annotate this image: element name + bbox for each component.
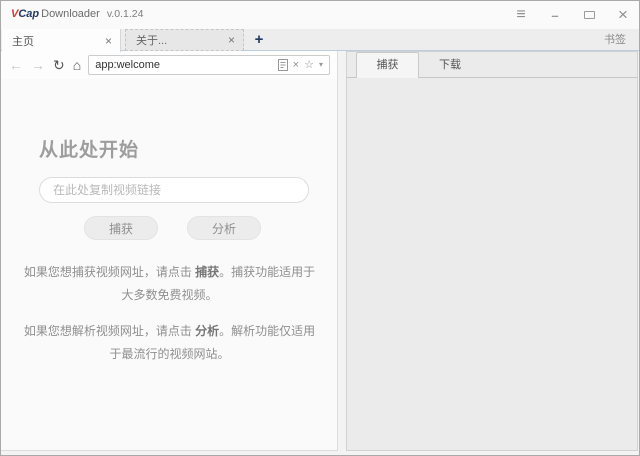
video-link-input[interactable] [39, 177, 309, 203]
welcome-page: 从此处开始 捕获 分析 如果您想捕获视频网址，请点击 捕获。捕获功能适用于大多数… [1, 79, 338, 451]
app-version: v.0.1.24 [107, 8, 144, 20]
app-window: VCapDownloaderv.0.1.24 ≡ – × 主页 × 关于... … [0, 0, 640, 456]
back-icon[interactable]: ← [9, 58, 23, 72]
minimize-icon[interactable]: – [544, 1, 566, 29]
refresh-icon[interactable]: ↻ [53, 58, 65, 72]
new-tab-button[interactable]: + [251, 29, 267, 51]
title-bar: VCapDownloaderv.0.1.24 ≡ – × [1, 1, 639, 29]
app-name: Downloader [41, 8, 100, 20]
stop-icon[interactable]: × [293, 60, 299, 71]
url-input[interactable] [95, 59, 272, 71]
page-title: 从此处开始 [39, 135, 139, 162]
analyze-button[interactable]: 分析 [187, 216, 261, 240]
capture-button[interactable]: 捕获 [84, 216, 158, 240]
tab-about[interactable]: 关于... × [125, 29, 244, 51]
help-paragraph-capture: 如果您想捕获视频网址，请点击 捕获。捕获功能适用于大多数免费视频。 [18, 261, 321, 307]
menu-icon[interactable]: ≡ [510, 1, 532, 29]
window-controls: ≡ – × [498, 1, 634, 29]
bookmark-star-icon[interactable]: ☆ [304, 60, 314, 71]
tab-about-label: 关于... [136, 32, 228, 48]
forward-icon[interactable]: → [31, 58, 45, 72]
bookmarks-button[interactable]: 书签 [604, 29, 626, 51]
tab-about-close-icon[interactable]: × [228, 33, 235, 47]
maximize-icon[interactable] [578, 1, 600, 29]
tab-home-close-icon[interactable]: × [105, 34, 112, 48]
tab-downloads[interactable]: 下载 [420, 53, 480, 78]
page-snapshot-icon[interactable] [278, 59, 288, 71]
tab-home-label: 主页 [12, 33, 105, 49]
help-text: 如果您想捕获视频网址，请点击 捕获。捕获功能适用于大多数免费视频。 如果您想解析… [18, 261, 321, 379]
url-dropdown-icon[interactable]: ▾ [319, 61, 323, 69]
home-icon[interactable]: ⌂ [73, 58, 81, 72]
address-bar: ← → ↻ ⌂ × ☆ ▾ [1, 51, 338, 79]
close-icon[interactable]: × [612, 1, 634, 29]
help-paragraph-analyze: 如果您想解析视频网址，请点击 分析。解析功能仅适用于最流行的视频网站。 [18, 320, 321, 366]
tab-capture[interactable]: 捕获 [356, 52, 419, 78]
side-panel: 捕获 下载 [346, 51, 638, 451]
url-field[interactable]: × ☆ ▾ [88, 55, 330, 75]
app-logo: VCapDownloaderv.0.1.24 [11, 8, 143, 21]
logo-cap: Cap [18, 8, 39, 20]
tab-home[interactable]: 主页 × [2, 29, 121, 52]
side-panel-tabbar: 捕获 下载 [347, 52, 637, 78]
browser-tab-strip: 主页 × 关于... × + 书签 [1, 29, 639, 51]
